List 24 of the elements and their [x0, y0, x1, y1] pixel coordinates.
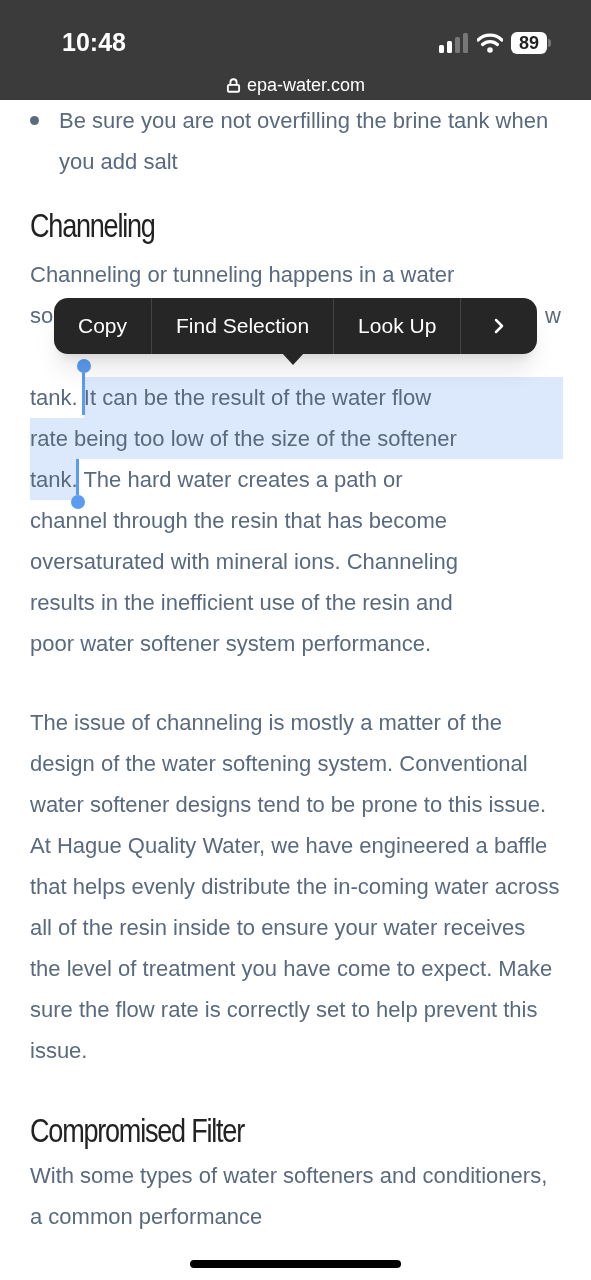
paragraph-line: w: [545, 302, 561, 330]
wifi-icon: [477, 32, 503, 53]
paragraph: The issue of channeling is mostly a matter of the design of the water softening system. Conventional water softener designs tend to be prone to this issue. At Hague Quality Water, we have engineered a baffle that helps evenly distribute the in-coming water across all of the resin inside to ensure your water receives the level of treatment you have come to expect. Make sure the flow rate is correctly set to help prevent this issue.: [30, 709, 561, 1065]
paragraph-line: The hard water creates a path or: [82, 466, 403, 494]
selected-text: rate being too low of the size of the softener: [30, 418, 563, 459]
signal-icon: [439, 32, 469, 53]
menu-item[interactable]: Copy: [54, 298, 153, 354]
paragraph-line: so: [30, 302, 54, 330]
battery-level: 89: [511, 31, 547, 54]
bullet-icon: [30, 116, 39, 125]
paragraph-line: Channeling or tunneling happens in a water: [30, 261, 455, 289]
paragraph-line: tank.: [30, 384, 79, 412]
section-heading: Compromised Filter: [30, 1111, 246, 1151]
bullet-text: Be sure you are not overfilling the brine tank when you add salt: [59, 107, 550, 176]
paragraph-line: oversaturated with mineral ions. Channeling: [30, 548, 458, 576]
status-time: 10:48: [62, 27, 126, 58]
paragraph: With some types of water softeners and conditioners, a common performance: [30, 1162, 549, 1231]
paragraph-line: poor water softener system performance.: [30, 630, 432, 658]
url-text[interactable]: epa-water.com: [246, 71, 366, 99]
lock-icon: [225, 77, 241, 93]
section-heading: Channeling: [30, 206, 156, 246]
paragraph-line: results in the inefficient use of the resin and: [30, 589, 453, 617]
menu-item[interactable]: Look Up: [334, 298, 462, 354]
paragraph-line: channel through the resin that has become: [30, 507, 448, 535]
